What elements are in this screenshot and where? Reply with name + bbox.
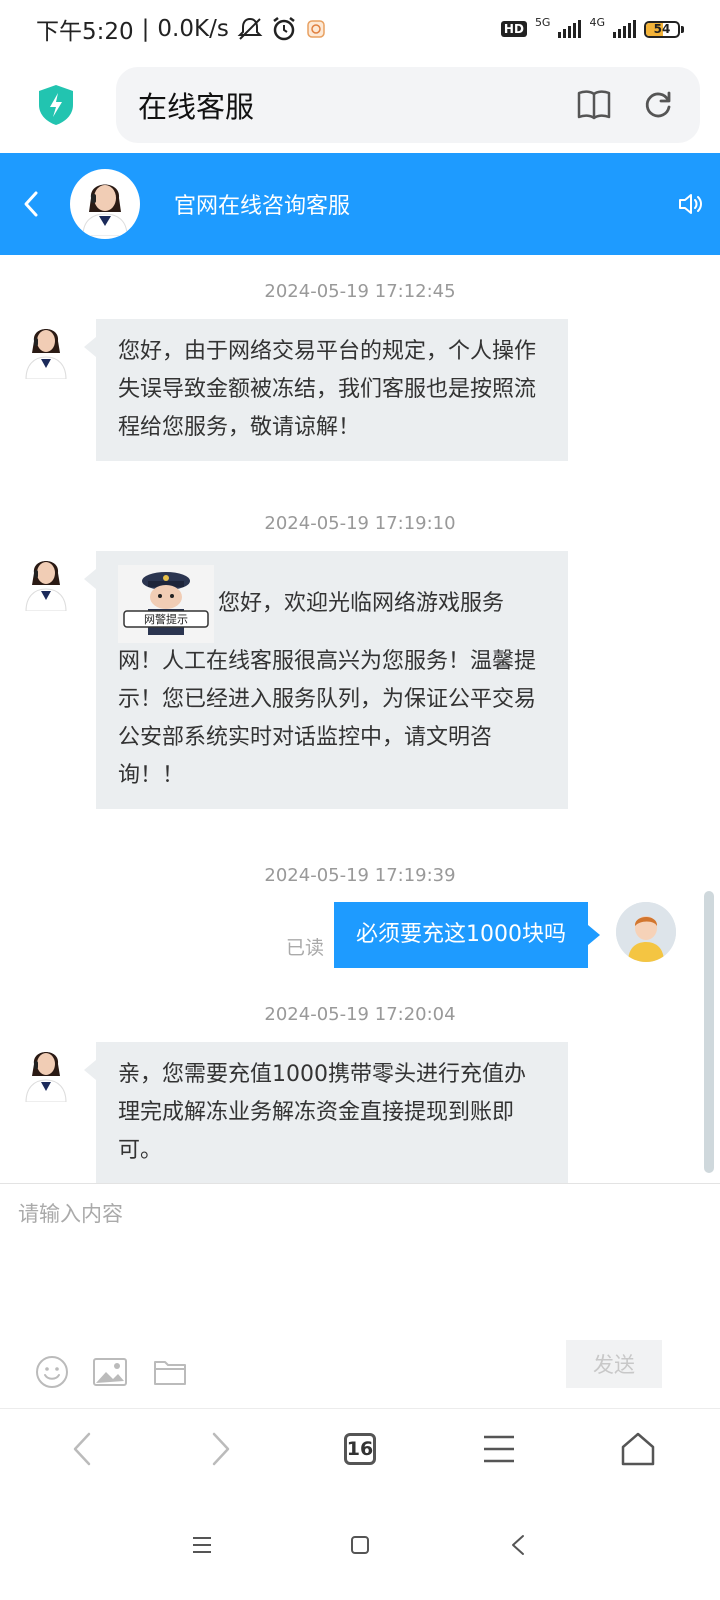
menu-icon: [484, 1435, 515, 1462]
shield-icon[interactable]: [36, 83, 76, 127]
image-icon[interactable]: [92, 1354, 128, 1390]
folder-icon[interactable]: [152, 1354, 188, 1390]
message-text: 您好，由于网络交易平台的规定，个人操作失误导致金额被冻结，我们客服也是按照流程给…: [118, 339, 537, 440]
arrow-right-icon: [212, 1432, 230, 1465]
url-title[interactable]: 在线客服: [138, 84, 550, 126]
square-icon: [351, 1536, 369, 1554]
agent-avatar-icon: [25, 561, 67, 611]
recents-icon: [193, 1537, 211, 1553]
chat-header: 官网在线咨询客服: [0, 153, 720, 255]
chat-area[interactable]: 2024-05-19 17:12:45 您好，由于网络交易平台的规定，个人操作失…: [0, 255, 720, 1183]
status-bar: 下午5:20 | 0.0K/s HD 5G 4G 54: [0, 0, 720, 58]
network-4g-label: 4G: [589, 15, 605, 29]
system-recents-button[interactable]: [182, 1525, 222, 1565]
hd-badge: HD: [500, 21, 527, 37]
agent-message-bubble: 您好，由于网络交易平台的规定，个人操作失误导致金额被冻结，我们客服也是按照流程给…: [84, 319, 568, 461]
message-continuation: 网！人工在线客服很高兴为您服务！温馨提示！您已经进入服务队列，为保证公平交易公安…: [118, 643, 546, 795]
refresh-icon: [645, 91, 671, 118]
police-cartoon-icon: 网警提示: [118, 565, 214, 643]
agent-portrait-icon: [82, 184, 128, 236]
user-avatar-icon: [616, 902, 676, 962]
tabs-button[interactable]: 16: [330, 1419, 390, 1479]
signal-4g-icon: [613, 20, 636, 38]
back-triangle-icon: [512, 1535, 524, 1555]
message-timestamp: 2024-05-19 17:19:39: [264, 865, 456, 886]
send-button[interactable]: 发送: [566, 1340, 662, 1388]
input-area: 发送: [0, 1183, 720, 1407]
alarm-icon: [273, 17, 295, 41]
message-timestamp: 2024-05-19 17:12:45: [264, 281, 456, 302]
arrow-left-icon: [73, 1432, 90, 1465]
agent-avatar: [70, 169, 140, 239]
message-text: 网！人工在线客服很高兴为您服务！温馨提示！您已经进入服务队列，为保证公平交易公安…: [118, 649, 537, 788]
status-time: 下午5:20: [36, 19, 134, 45]
home-icon: [622, 1432, 655, 1465]
chevron-left-icon: [24, 191, 38, 217]
status-separator: |: [141, 16, 150, 42]
battery-icon: 54: [644, 20, 684, 38]
system-home-button[interactable]: [340, 1525, 380, 1565]
signal-5g-icon: [558, 20, 582, 38]
status-right: HD 5G 4G 54: [500, 16, 684, 38]
network-5g-label: 5G: [534, 15, 551, 29]
speaker-icon: [679, 194, 702, 214]
status-left: 下午5:20 | 0.0K/s: [36, 12, 327, 46]
system-nav: [0, 1490, 720, 1600]
mute-bell-icon: [237, 17, 263, 40]
speaker-button[interactable]: [660, 153, 720, 255]
tab-count: 16: [343, 1432, 376, 1465]
battery-level: 54: [653, 22, 671, 36]
battery-body: 54: [644, 20, 680, 38]
book-icon: [577, 90, 611, 120]
system-back-button[interactable]: [498, 1525, 538, 1565]
emoji-icon[interactable]: [34, 1354, 70, 1390]
message-input[interactable]: [18, 1198, 698, 1318]
browser-back-button[interactable]: [52, 1419, 112, 1479]
reader-mode-button[interactable]: [574, 85, 614, 125]
police-notice-image[interactable]: 网警提示: [118, 565, 214, 643]
refresh-button[interactable]: [638, 85, 678, 125]
message-text: 必须要充这1000块吗: [356, 922, 566, 947]
browser-forward-button[interactable]: [191, 1419, 251, 1479]
camera-app-icon: [307, 20, 325, 38]
agent-avatar-icon: [25, 1052, 67, 1102]
home-button[interactable]: [608, 1419, 668, 1479]
message-timestamp: 2024-05-19 17:20:04: [264, 1004, 456, 1025]
menu-button[interactable]: [469, 1419, 529, 1479]
message-text-inline: 您好，欢迎光临网络游戏服务: [218, 591, 505, 616]
address-bar[interactable]: 在线客服: [116, 67, 700, 143]
browser-bar: 在线客服: [0, 58, 720, 152]
read-status: 已读: [286, 937, 325, 959]
chat-scrollbar[interactable]: [704, 891, 714, 1173]
agent-message-bubble: 网警提示 您好，欢迎光临网络游戏服务 网！人工在线客服很高兴为您服务！温馨提示！…: [84, 551, 568, 809]
chat-title: 官网在线咨询客服: [174, 194, 351, 219]
police-sign-text: 网警提示: [144, 612, 188, 626]
browser-nav: 16: [0, 1408, 720, 1488]
message-timestamp: 2024-05-19 17:19:10: [264, 513, 456, 534]
user-avatar: [616, 902, 676, 962]
agent-message-bubble: 亲，您需要充值1000携带零头进行充值办理完成解冻业务解冻资金直接提现到账即可。: [84, 1042, 568, 1183]
message-text: 亲，您需要充值1000携带零头进行充值办理完成解冻业务解冻资金直接提现到账即可。: [118, 1062, 526, 1163]
back-button[interactable]: [0, 153, 62, 255]
user-message-bubble: 必须要充这1000块吗: [334, 902, 600, 968]
agent-avatar-icon: [25, 329, 67, 379]
network-speed: 0.0K/s: [157, 16, 229, 42]
